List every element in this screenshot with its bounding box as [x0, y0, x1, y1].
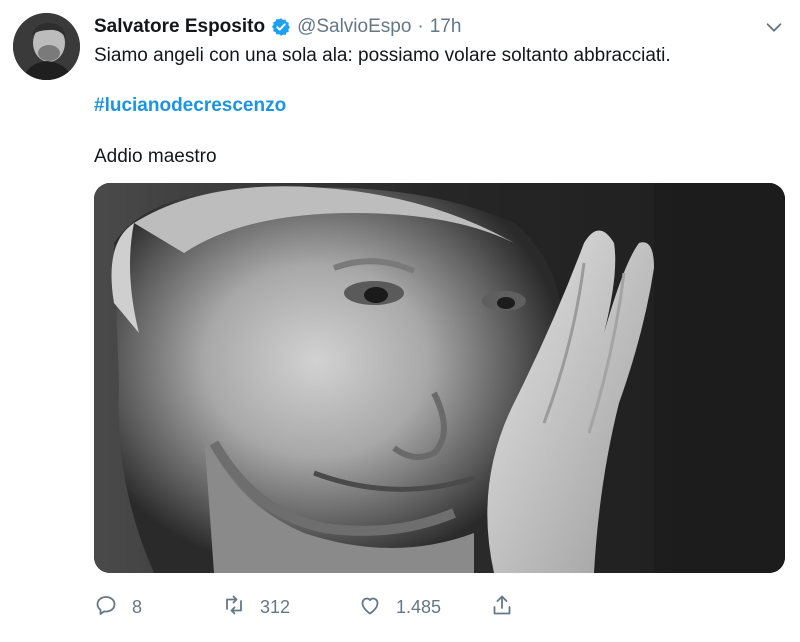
share-icon: [490, 593, 514, 622]
retweet-icon: [222, 593, 246, 622]
like-count: 1.485: [396, 596, 442, 617]
tweet-timestamp[interactable]: 17h: [430, 16, 462, 38]
retweet-count: 312: [260, 596, 291, 617]
retweet-button[interactable]: 312: [222, 594, 290, 620]
hashtag-link[interactable]: #lucianodecrescenzo: [94, 93, 286, 119]
reply-button[interactable]: 8: [94, 594, 142, 620]
tweet-text-line-1: Siamo angeli con una sola ala: possiamo …: [94, 45, 671, 66]
chevron-down-icon[interactable]: [763, 16, 785, 38]
reply-icon: [94, 593, 118, 622]
verified-badge-icon: [271, 17, 291, 37]
heart-icon: [358, 593, 382, 622]
like-button[interactable]: 1.485: [358, 594, 441, 620]
tweet-photo[interactable]: [94, 183, 785, 573]
tweet-text-line-3: Addio maestro: [94, 146, 217, 167]
tweet-card[interactable]: Salvatore Esposito @SalvioEspo · 17h Sia…: [0, 0, 800, 642]
tweet-header: Salvatore Esposito @SalvioEspo · 17h: [94, 14, 461, 40]
author-handle[interactable]: @SalvioEspo: [297, 16, 411, 38]
author-display-name[interactable]: Salvatore Esposito: [94, 16, 265, 38]
share-button[interactable]: [490, 594, 514, 620]
separator-dot: ·: [417, 16, 424, 37]
reply-count: 8: [132, 596, 143, 617]
tweet-actions-bar: 8 312 1.485: [94, 594, 514, 620]
author-avatar[interactable]: [13, 13, 80, 80]
